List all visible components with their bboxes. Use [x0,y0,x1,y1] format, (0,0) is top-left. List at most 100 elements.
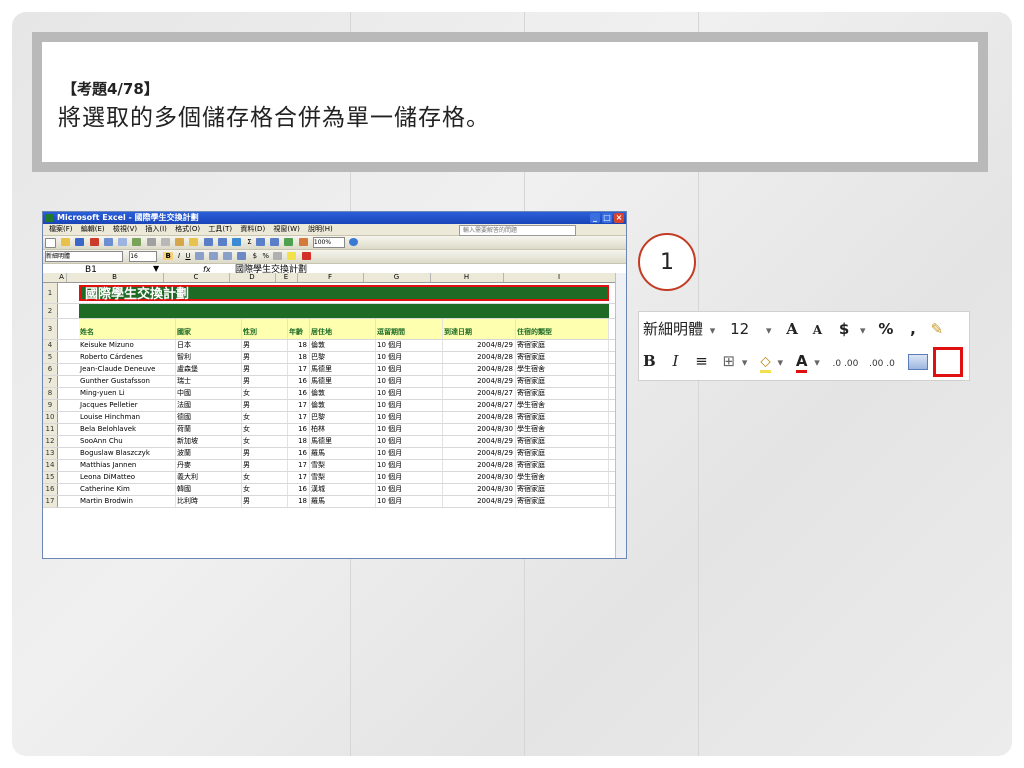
data-cell[interactable]: 倫敦 [310,400,376,411]
close-icon[interactable]: × [614,213,624,223]
dropdown-arrow-icon[interactable]: ▾ [766,324,772,337]
data-cell[interactable]: 女 [242,412,288,423]
menu-help[interactable]: 說明(H) [308,225,333,233]
data-cell[interactable]: 2004/8/29 [443,340,516,351]
header-cell[interactable]: 姓名 [79,319,176,339]
data-cell[interactable]: 雪梨 [310,472,376,483]
data-cell[interactable]: 漢城 [310,484,376,495]
hyperlink-icon[interactable] [232,238,242,246]
table-row[interactable]: 5 Roberto Cárdenes 智利男 18 巴黎 10 個月 2004/8/28 寄宿… [43,352,615,364]
data-cell[interactable]: 盧森堡 [176,364,242,375]
data-cell[interactable]: 波蘭 [176,448,242,459]
data-cell[interactable]: 10 個月 [376,388,443,399]
table-row[interactable]: 14 Matthias Jannen 丹麥男 17 雪梨 10 個月 2004/8/28 寄宿… [43,460,615,472]
row-header[interactable]: 16 [43,484,58,495]
data-cell[interactable]: 寄宿家庭 [516,376,609,387]
sort-ascending-icon[interactable] [255,238,265,246]
table-row[interactable]: 12 SooAnn Chu 新加坡女 18 馬德里 10 個月 2004/8/29 寄宿家庭 [43,436,615,448]
column-header-c[interactable]: C [163,273,230,282]
data-cell[interactable]: 寄宿家庭 [516,484,609,495]
merged-title-cell[interactable]: 國際學生交換計劃 [79,285,609,302]
data-cell[interactable]: Louise Hinchman [79,412,176,423]
data-cell[interactable]: 男 [242,400,288,411]
data-cell[interactable]: Jacques Pelletier [79,400,176,411]
column-header-h[interactable]: H [430,273,504,282]
row-header[interactable]: 2 [43,304,58,318]
dropdown-arrow-icon[interactable]: ▾ [778,356,784,369]
row-header[interactable]: 10 [43,412,58,423]
paste-icon[interactable] [175,238,185,246]
table-row[interactable]: 16 Catherine Kim 韓國女 16 漢城 10 個月 2004/8/30 寄宿家庭 [43,484,615,496]
data-cell[interactable]: 18 [288,496,310,507]
row-header[interactable]: 5 [43,352,58,363]
data-cell[interactable]: 比利時 [176,496,242,507]
increase-decimal-button[interactable]: .0 .00 [833,359,859,369]
zoom-font-name-select[interactable]: 新細明體 [643,320,703,338]
autosum-icon[interactable]: Σ [247,238,251,246]
currency-button[interactable]: $ [253,252,257,260]
data-cell[interactable]: 寄宿家庭 [516,460,609,471]
zoom-font-size-select[interactable]: 12 [730,320,749,338]
row-header[interactable]: 4 [43,340,58,351]
header-cell[interactable]: 到達日期 [443,319,516,339]
data-cell[interactable]: 18 [288,436,310,447]
data-cell[interactable]: 日本 [176,340,242,351]
border-icon[interactable]: ⊞ [723,352,736,370]
data-cell[interactable]: 寄宿家庭 [516,448,609,459]
chart-wizard-icon[interactable] [284,238,294,246]
data-cell[interactable]: Roberto Cárdenes [79,352,176,363]
spelling-icon[interactable] [132,238,142,246]
data-cell[interactable]: 寄宿家庭 [516,436,609,447]
save-icon[interactable] [75,238,85,246]
data-cell[interactable]: 學生宿舍 [516,400,609,411]
data-cell[interactable]: 10 個月 [376,340,443,351]
menu-edit[interactable]: 編輯(E) [81,225,105,233]
data-cell[interactable]: 男 [242,496,288,507]
header-cell[interactable]: 居住地 [310,319,376,339]
table-row[interactable]: 17 Martin Brodwin 比利時男 18 羅馬 10 個月 2004/8/29 寄宿… [43,496,615,508]
data-cell[interactable]: 倫敦 [310,388,376,399]
font-size-select[interactable]: 16 [129,251,158,262]
data-cell[interactable]: 16 [288,388,310,399]
data-cell[interactable]: 男 [242,376,288,387]
row-header[interactable]: 13 [43,448,58,459]
data-cell[interactable]: Matthias Jannen [79,460,176,471]
data-cell[interactable]: 17 [288,472,310,483]
data-cell[interactable]: 馬德里 [310,364,376,375]
data-cell[interactable]: 2004/8/30 [443,484,516,495]
percent-button[interactable]: % [262,252,269,260]
data-cell[interactable]: 寄宿家庭 [516,352,609,363]
data-cell[interactable]: 2004/8/29 [443,496,516,507]
data-cell[interactable]: 雪梨 [310,460,376,471]
print-icon[interactable] [103,238,113,246]
data-cell[interactable]: 寄宿家庭 [516,496,609,507]
column-header-i[interactable]: I [503,273,616,282]
vertical-scrollbar[interactable] [615,273,626,558]
data-cell[interactable]: 女 [242,472,288,483]
font-color-button[interactable]: A [795,352,808,373]
table-row[interactable]: 4 Keisuke Mizuno 日本男 18 倫敦 10 個月 2004/8/29 寄宿家庭 [43,340,615,352]
data-cell[interactable]: 學生宿舍 [516,472,609,483]
data-cell[interactable]: 寄宿家庭 [516,388,609,399]
merge-center-small-icon[interactable] [237,252,247,260]
drawing-icon[interactable] [298,238,308,246]
data-cell[interactable]: 柏林 [310,424,376,435]
maximize-icon[interactable]: □ [602,213,612,223]
table-row[interactable]: 6 Jean-Claude Deneuve 盧森堡男 17 馬德里 10 個月 2004/8… [43,364,615,376]
help-icon[interactable] [349,238,359,246]
menu-format[interactable]: 格式(O) [175,225,200,233]
redo-icon[interactable] [217,238,227,246]
italic-button[interactable]: I [178,252,180,260]
data-cell[interactable]: 女 [242,424,288,435]
data-cell[interactable]: 中國 [176,388,242,399]
row-header[interactable]: 7 [43,376,58,387]
data-cell[interactable]: 2004/8/28 [443,412,516,423]
grow-font-button[interactable]: A [786,320,798,338]
data-cell[interactable]: Catherine Kim [79,484,176,495]
data-cell[interactable]: 羅馬 [310,496,376,507]
data-cell[interactable]: 2004/8/27 [443,400,516,411]
data-cell[interactable]: SooAnn Chu [79,436,176,447]
data-cell[interactable]: 10 個月 [376,448,443,459]
data-cell[interactable]: Gunther Gustafsson [79,376,176,387]
data-cell[interactable]: 16 [288,448,310,459]
